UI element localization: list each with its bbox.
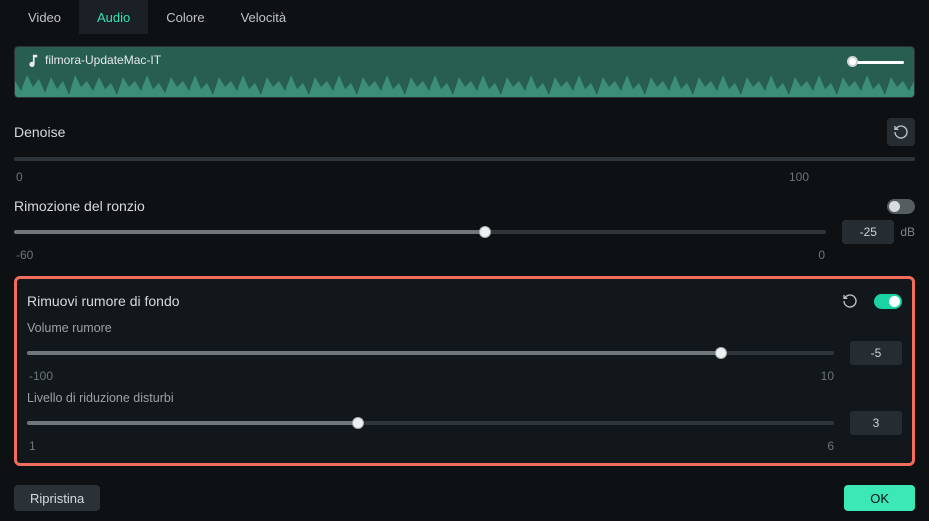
hum-toggle[interactable] (887, 199, 915, 214)
section-bgnoise-highlight: Rimuovi rumore di fondo Volume rumore -5 (14, 276, 915, 466)
reset-button[interactable]: Ripristina (14, 485, 100, 511)
hum-min: -60 (16, 248, 33, 262)
bgnoise-level-min: 1 (29, 439, 36, 453)
ok-button[interactable]: OK (844, 485, 915, 511)
reset-icon (893, 124, 909, 140)
waveform-icon (15, 69, 915, 97)
denoise-min: 0 (16, 170, 23, 184)
tab-video[interactable]: Video (10, 0, 79, 34)
hum-unit: dB (900, 225, 915, 239)
bgnoise-level-value[interactable]: 3 (850, 411, 902, 435)
denoise-slider[interactable] (14, 152, 915, 166)
audio-panel: filmora-UpdateMac-IT Denoise 0 100 (0, 34, 929, 466)
hum-title: Rimozione del ronzio (14, 198, 145, 214)
denoise-reset-button[interactable] (887, 118, 915, 146)
bgnoise-level-label: Livello di riduzione disturbi (27, 391, 902, 405)
hum-value[interactable]: -25 (842, 220, 894, 244)
bgnoise-volume-value[interactable]: -5 (850, 341, 902, 365)
tab-speed[interactable]: Velocità (223, 0, 305, 34)
section-denoise: Denoise 0 100 (14, 118, 915, 184)
footer: Ripristina OK (0, 477, 929, 521)
hum-slider[interactable] (14, 225, 826, 239)
denoise-max: 100 (789, 170, 809, 184)
bgnoise-level-slider[interactable] (27, 416, 834, 430)
bgnoise-title: Rimuovi rumore di fondo (27, 293, 180, 309)
music-note-icon (25, 53, 39, 67)
denoise-title: Denoise (14, 124, 65, 140)
tab-audio[interactable]: Audio (79, 0, 148, 34)
bgnoise-volume-min: -100 (29, 369, 53, 383)
audio-track[interactable]: filmora-UpdateMac-IT (14, 46, 915, 98)
bgnoise-volume-label: Volume rumore (27, 321, 902, 335)
track-name: filmora-UpdateMac-IT (45, 53, 161, 67)
bgnoise-volume-max: 10 (821, 369, 834, 383)
bgnoise-level-max: 6 (827, 439, 834, 453)
bgnoise-volume-slider[interactable] (27, 346, 834, 360)
track-volume-line[interactable] (853, 61, 904, 64)
tab-bar: Video Audio Colore Velocità (0, 0, 929, 34)
tab-color[interactable]: Colore (148, 0, 222, 34)
hum-max: 0 (818, 248, 825, 262)
section-hum: Rimozione del ronzio -25 dB -60 0 (14, 198, 915, 262)
track-volume-knob[interactable] (847, 56, 858, 67)
bgnoise-toggle[interactable] (874, 294, 902, 309)
bgnoise-reset-button[interactable] (836, 287, 864, 315)
reset-icon (842, 293, 858, 309)
track-label: filmora-UpdateMac-IT (25, 53, 161, 67)
